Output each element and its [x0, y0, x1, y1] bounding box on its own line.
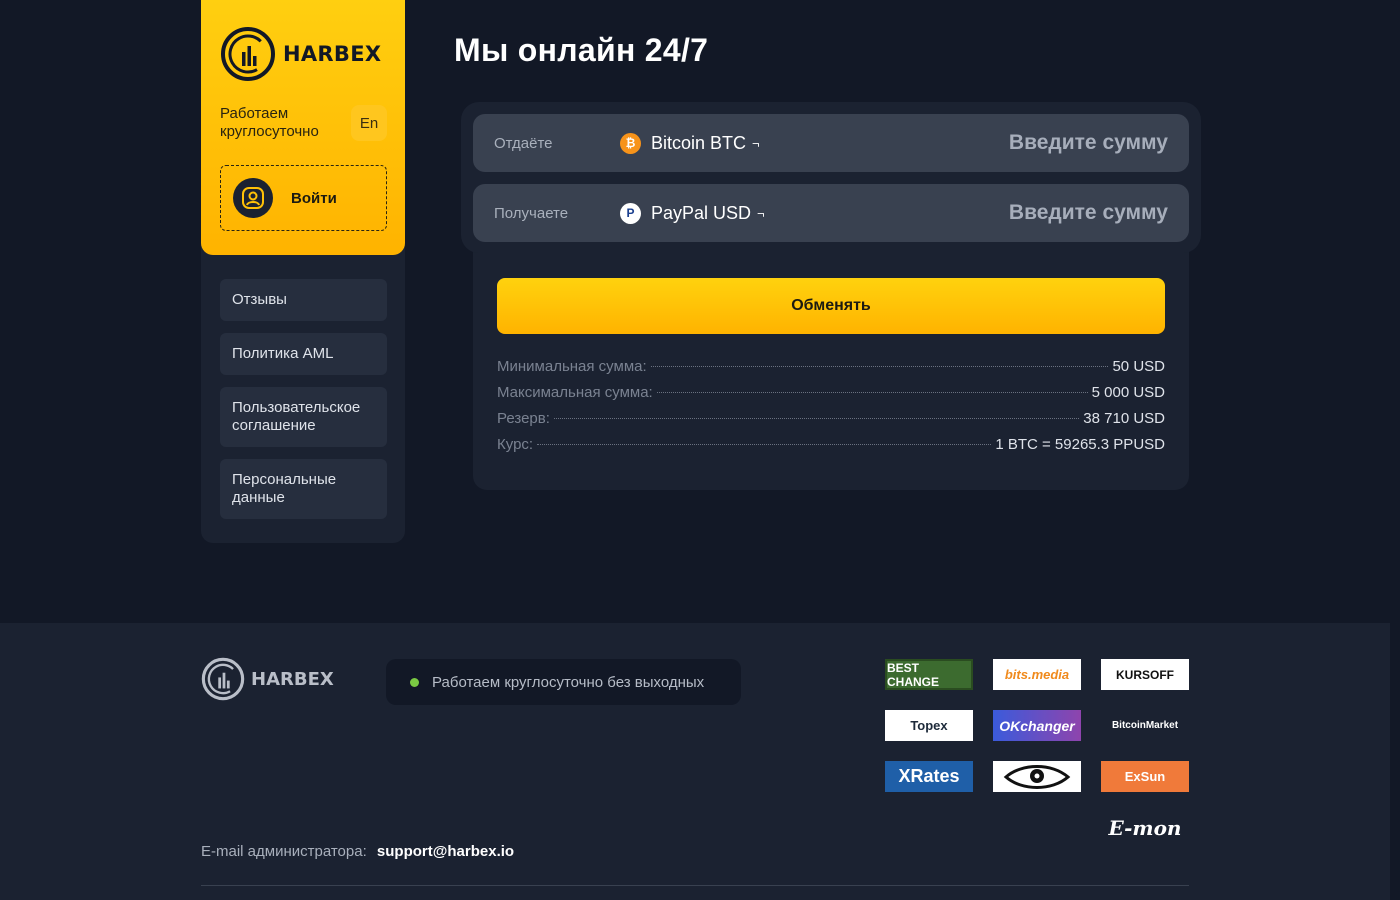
partner-topex[interactable]: Topex: [885, 710, 973, 741]
admin-contact: E-mail администратора: support@harbex.io: [201, 843, 514, 860]
give-row: Отдаёте ₿ Bitcoin BTC ¬: [473, 114, 1189, 172]
receive-row: Получаете P PayPal USD ¬: [473, 184, 1189, 242]
receive-label: Получаете: [494, 204, 569, 222]
partner-okchanger[interactable]: OKchanger: [993, 710, 1081, 741]
info-label: Максимальная сумма:: [497, 384, 653, 401]
work-hours-text: Работаем круглосуточно: [220, 105, 319, 140]
status-badge: Работаем круглосуточно без выходных: [386, 659, 741, 705]
info-label: Минимальная сумма:: [497, 358, 647, 375]
admin-email-link[interactable]: support@harbex.io: [377, 843, 514, 860]
sidebar-item-aml-policy[interactable]: Политика AML: [220, 333, 387, 375]
footer-logo[interactable]: HARBEX: [201, 657, 334, 701]
receive-amount-input[interactable]: [908, 201, 1168, 225]
give-label: Отдаёте: [494, 134, 553, 152]
partner-bitsmedia[interactable]: bits.media: [993, 659, 1081, 690]
info-value: 5 000 USD: [1091, 384, 1165, 401]
partner-bestchange[interactable]: BEST CHANGE: [885, 659, 973, 690]
chevron-down-icon: ¬: [757, 205, 765, 221]
sidebar-header: HARBEX Работаем круглосуточно En Войти: [201, 0, 405, 255]
status-text: Работаем круглосуточно без выходных: [432, 673, 705, 691]
paypal-icon: P: [620, 202, 641, 224]
receive-currency-name: PayPal USD: [651, 202, 752, 223]
exchange-button[interactable]: Обменять: [497, 278, 1165, 334]
info-reserve: Резерв: 38 710 USD: [497, 410, 1165, 427]
login-label: Войти: [291, 189, 337, 207]
footer-divider: [201, 885, 1189, 886]
login-button[interactable]: Войти: [220, 165, 387, 231]
info-value: 50 USD: [1112, 358, 1165, 375]
info-max-amount: Максимальная сумма: 5 000 USD: [497, 384, 1165, 401]
give-amount-input[interactable]: [908, 131, 1168, 155]
dotted-leader: [656, 392, 1088, 393]
info-rate: Курс: 1 BTC = 59265.3 PPUSD: [497, 436, 1165, 453]
page-title: Мы онлайн 24/7: [454, 32, 709, 68]
footer-brand-name: HARBEX: [251, 668, 334, 690]
sidebar: HARBEX Работаем круглосуточно En Войти О…: [201, 0, 405, 543]
info-label: Резерв:: [497, 410, 550, 427]
info-value: 38 710 USD: [1083, 410, 1165, 427]
dotted-leader: [553, 418, 1080, 419]
chevron-down-icon: ¬: [752, 135, 760, 151]
info-value: 1 BTC = 59265.3 PPUSD: [995, 436, 1165, 453]
receive-currency-select[interactable]: P PayPal USD ¬: [620, 202, 765, 224]
brand-name: HARBEX: [283, 42, 382, 66]
brand-logo[interactable]: HARBEX: [220, 26, 381, 82]
partner-exsun[interactable]: ExSun: [1101, 761, 1189, 792]
partner-bitcoinmarket[interactable]: BitcoinMarket: [1101, 710, 1189, 741]
dotted-leader: [537, 444, 992, 445]
give-currency-name: Bitcoin BTC: [651, 132, 747, 153]
partner-xrates[interactable]: XRates: [885, 761, 973, 792]
sidebar-item-user-agreement[interactable]: Пользовательское соглашение: [220, 387, 387, 447]
harbex-logo-icon: [221, 27, 275, 81]
partner-emon[interactable]: E-mon: [1101, 812, 1189, 843]
sidebar-item-reviews[interactable]: Отзывы: [220, 279, 387, 321]
partner-kursoff[interactable]: KURSOFF: [1101, 659, 1189, 690]
user-icon: [233, 178, 273, 218]
admin-email-label: E-mail администратора:: [201, 843, 367, 860]
eye-icon: [1003, 764, 1071, 789]
partner-eye[interactable]: [993, 761, 1081, 792]
harbex-logo-icon: [201, 657, 245, 701]
info-label: Курс:: [497, 436, 534, 453]
give-currency-select[interactable]: ₿ Bitcoin BTC ¬: [620, 132, 760, 154]
info-min-amount: Минимальная сумма: 50 USD: [497, 358, 1165, 375]
dotted-leader: [650, 366, 1109, 367]
online-dot-icon: [410, 677, 419, 687]
bitcoin-icon: ₿: [620, 132, 641, 154]
sidebar-item-personal-data[interactable]: Персональные данные: [220, 459, 387, 519]
language-button[interactable]: En: [351, 105, 387, 141]
